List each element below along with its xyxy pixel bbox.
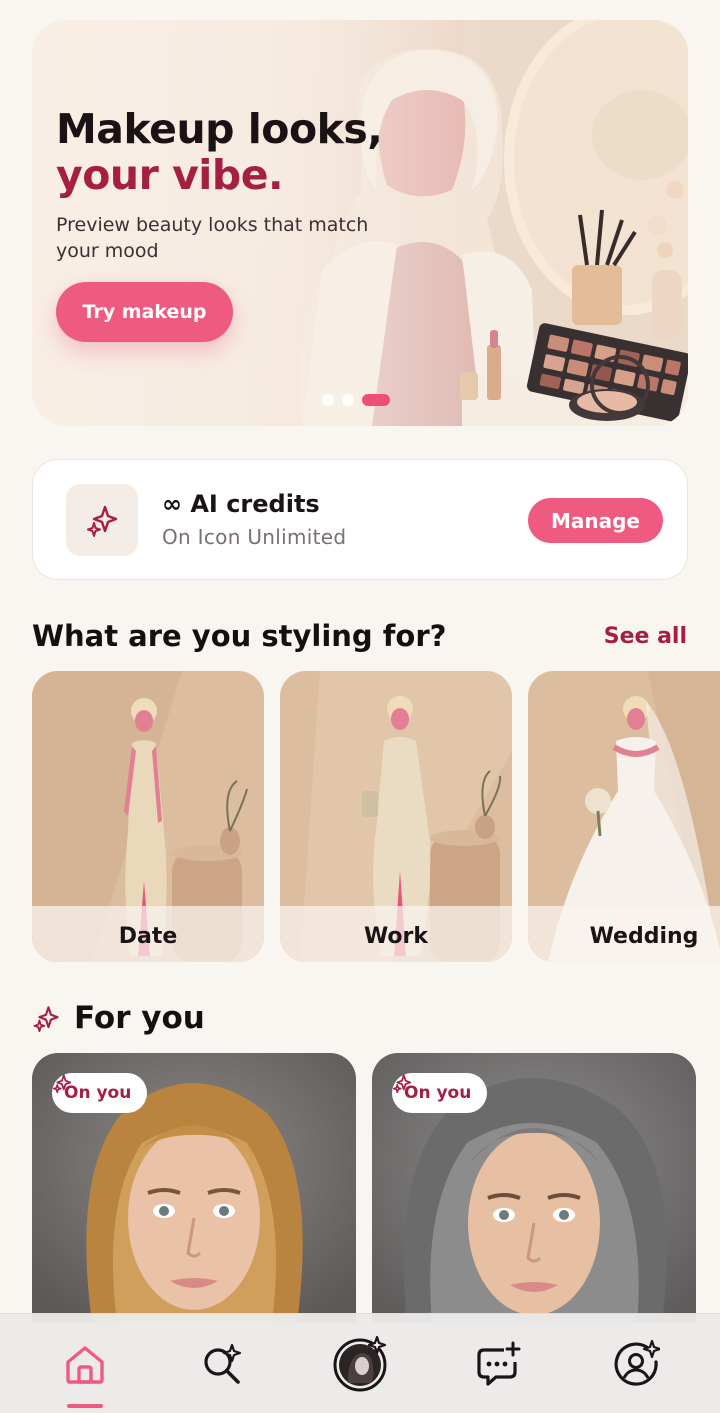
bottom-navigation [0,1313,720,1413]
hero-banner[interactable]: Makeup looks, your vibe. Preview beauty … [32,20,688,426]
sparkle-icon [393,1074,412,1093]
nav-chat[interactable] [468,1334,528,1394]
on-you-badge: On you [392,1073,488,1113]
nav-ai-avatar[interactable] [330,1334,390,1394]
nav-home[interactable] [55,1334,115,1394]
profile-sparkle-icon [614,1340,660,1386]
try-makeup-button[interactable]: Try makeup [56,282,233,342]
on-you-label: On you [64,1083,132,1103]
for-you-title: For you [74,1000,205,1036]
occasion-label: Wedding [528,906,720,962]
occasions-carousel[interactable]: Date Work Wedding [32,671,720,963]
sparkle-icon [33,1006,59,1032]
on-you-badge: On you [52,1073,148,1113]
on-you-label: On you [404,1083,472,1103]
carousel-dot-3-active[interactable] [362,394,390,406]
hero-title: Makeup looks, your vibe. [56,106,416,198]
sparkle-icon [66,484,138,556]
manage-button[interactable]: Manage [528,498,663,543]
hero-subtitle: Preview beauty looks that match your moo… [56,214,369,262]
occasions-section-title: What are you styling for? [32,619,447,653]
carousel-dot-2[interactable] [342,394,354,406]
for-you-header: For you [32,1000,205,1036]
occasion-card-wedding[interactable]: Wedding [528,671,720,962]
for-you-card-silver[interactable]: On you [372,1053,696,1323]
home-icon [66,1346,104,1384]
occasion-label: Work [280,906,512,962]
see-all-link[interactable]: See all [604,624,687,649]
credits-title: ∞ AI credits [162,490,320,518]
chat-plus-icon [477,1341,521,1386]
sparkle-search-icon [204,1343,242,1384]
occasion-label: Date [32,906,264,962]
sparkle-icon [53,1074,72,1093]
nav-active-indicator [67,1404,103,1408]
nav-discover[interactable] [192,1334,252,1394]
hero-title-line2: your vibe. [56,151,284,199]
occasion-card-work[interactable]: Work [280,671,512,962]
avatar-sparkle-icon [333,1335,387,1392]
credits-plan: On Icon Unlimited [162,525,347,549]
carousel-dot-1[interactable] [322,394,334,406]
occasion-card-date[interactable]: Date [32,671,264,962]
ai-credits-card: ∞ AI credits On Icon Unlimited Manage [32,459,688,580]
for-you-card-blonde[interactable]: On you [32,1053,356,1323]
carousel-indicator[interactable] [322,394,390,406]
hero-title-line1: Makeup looks, [56,105,383,153]
nav-profile[interactable] [606,1334,666,1394]
